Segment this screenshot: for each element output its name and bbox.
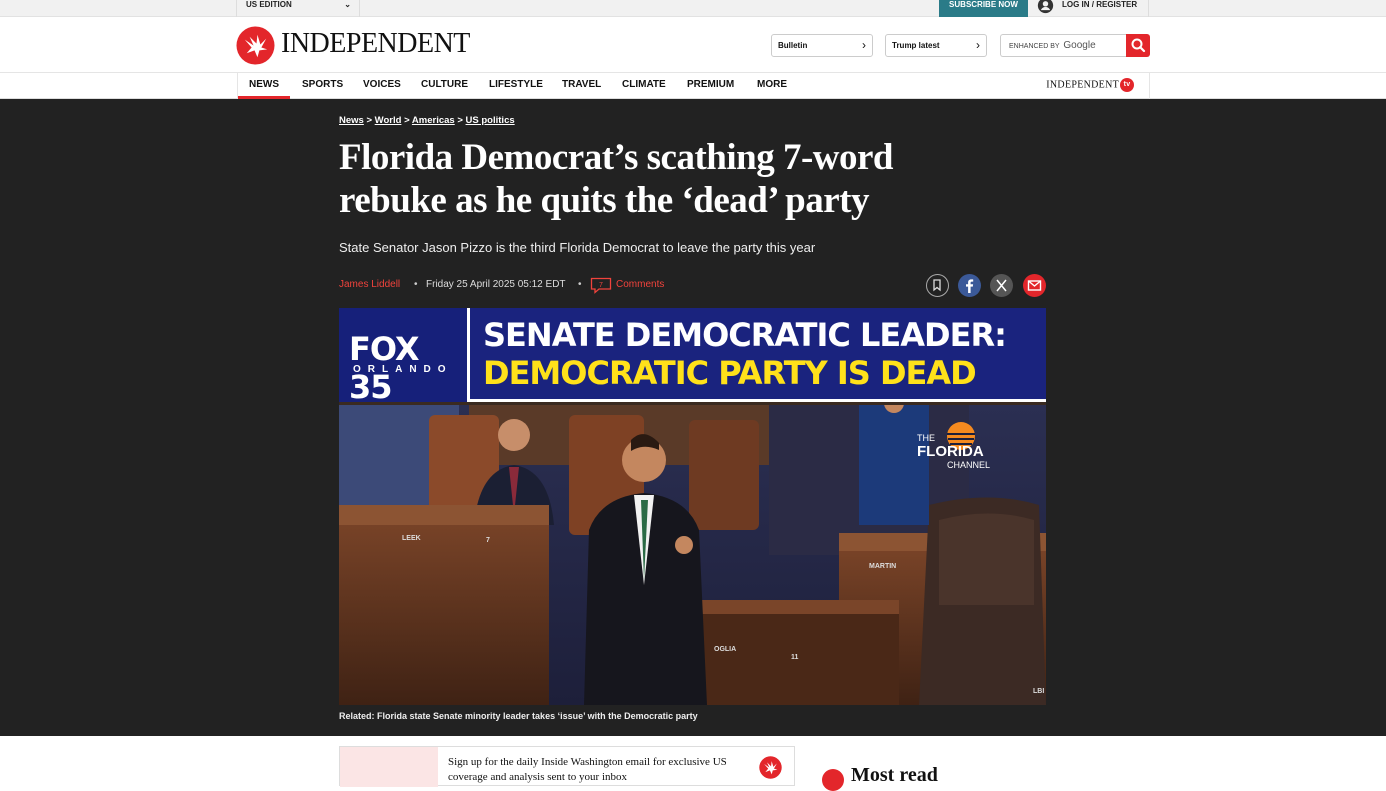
chevron-right-icon: › <box>976 38 980 52</box>
eagle-logo-icon <box>759 756 782 779</box>
subscribe-button[interactable]: SUBSCRIBE NOW <box>939 0 1028 17</box>
nav-item-more[interactable]: MORE <box>757 73 787 99</box>
search-prefix: ENHANCED BY <box>1009 43 1060 50</box>
x-icon <box>996 279 1007 292</box>
newsletter-signup-text: Sign up for the daily Inside Washington … <box>448 756 727 783</box>
eagle-logo-icon[interactable] <box>236 26 275 65</box>
byline: James Liddell • Friday 25 April 2025 05:… <box>339 277 739 294</box>
nav-item-premium[interactable]: PREMIUM <box>687 73 734 99</box>
author-link[interactable]: James Liddell <box>339 277 400 293</box>
edition-label: US EDITION <box>246 0 292 9</box>
florida-channel-logo: THE FLORIDA CHANNEL <box>917 422 990 470</box>
comments-count: 7 <box>599 282 603 289</box>
search-icon <box>1131 38 1146 53</box>
search-brand: Google <box>1063 40 1096 51</box>
search-input[interactable]: ENHANCED BY Google <box>1000 34 1126 57</box>
tv-badge: tv <box>1120 78 1134 92</box>
chevron-down-icon: ⌄ <box>344 0 351 9</box>
article-hero: News > World > Americas > US politics Fl… <box>0 99 1386 736</box>
separator-dot: • <box>578 279 582 290</box>
channel-name: FLORIDA <box>917 443 984 460</box>
banner-headline-line1: SENATE DEMOCRATIC LEADER: <box>483 316 1007 354</box>
trump-latest-label: Trump latest <box>892 41 940 50</box>
nav-item-sports[interactable]: SPORTS <box>302 73 343 99</box>
separator-dot: • <box>414 279 418 290</box>
comments-link[interactable]: Comments <box>616 277 664 293</box>
breadcrumb-news[interactable]: News <box>339 115 364 126</box>
most-read-heading: Most read <box>851 764 938 786</box>
email-share-button[interactable] <box>1023 274 1046 297</box>
masthead-logo-text[interactable]: INDEPENDENT <box>281 28 470 60</box>
video-caption: Related: Florida state Senate minority l… <box>339 711 698 721</box>
login-register-link[interactable]: LOG IN / REGISTER <box>1028 0 1149 17</box>
nav-item-travel[interactable]: TRAVEL <box>562 73 601 99</box>
nav-item-news[interactable]: NEWS <box>238 73 290 99</box>
article-standfirst: State Senator Jason Pizzo is the third F… <box>339 240 816 255</box>
chevron-right-icon: › <box>862 38 866 52</box>
newsletter-signup-card[interactable]: Sign up for the daily Inside Washington … <box>339 746 795 787</box>
trump-latest-button[interactable]: Trump latest › <box>885 34 987 57</box>
search-button[interactable] <box>1126 34 1150 57</box>
breadcrumb-world[interactable]: World <box>375 115 402 126</box>
most-read-icon <box>822 769 844 791</box>
article-headline: Florida Democrat’s scathing 7-word rebuk… <box>339 137 894 221</box>
news-banner: FOX 35 ORLANDO SENATE DEMOCRATIC LEADER:… <box>339 308 1046 406</box>
desk-label: OGLIA <box>714 646 736 653</box>
nav-item-climate[interactable]: CLIMATE <box>622 73 666 99</box>
breadcrumb-us-politics[interactable]: US politics <box>466 115 515 126</box>
facebook-share-button[interactable] <box>958 274 981 297</box>
breadcrumb-americas[interactable]: Americas <box>412 115 455 126</box>
breadcrumb: News > World > Americas > US politics <box>339 115 515 126</box>
nav-item-culture[interactable]: CULTURE <box>421 73 468 99</box>
independent-tv-link[interactable]: INDEPENDENT tv <box>1046 78 1134 92</box>
bulletin-label: Bulletin <box>778 41 808 50</box>
desk-label: MARTIN <box>869 563 896 570</box>
bookmark-icon <box>933 279 941 292</box>
bookmark-button[interactable] <box>926 274 949 297</box>
x-share-button[interactable] <box>990 274 1013 297</box>
independent-tv-brand: INDEPENDENT <box>1046 79 1119 91</box>
bulletin-button[interactable]: Bulletin › <box>771 34 873 57</box>
newsletter-image <box>340 747 438 787</box>
banner-headline-line2: DEMOCRATIC PARTY IS DEAD <box>483 354 977 392</box>
channel-sub: CHANNEL <box>947 460 990 470</box>
nav-item-lifestyle[interactable]: LIFESTYLE <box>489 73 543 99</box>
desk-label: 11 <box>791 654 799 661</box>
site-header: INDEPENDENT Bulletin › Trump latest › EN… <box>0 17 1386 73</box>
edition-selector[interactable]: US EDITION ⌄ <box>236 0 360 17</box>
channel-the: THE <box>917 433 935 443</box>
facebook-icon <box>966 279 974 293</box>
desk-label: LBI <box>1033 688 1044 695</box>
login-label: LOG IN / REGISTER <box>1062 0 1138 9</box>
video-player[interactable]: FOX 35 ORLANDO SENATE DEMOCRATIC LEADER:… <box>339 308 1046 705</box>
desk-label: LEEK <box>402 535 421 542</box>
main-navigation: NEWS SPORTS VOICES CULTURE LIFESTYLE TRA… <box>0 73 1386 99</box>
comment-icon[interactable]: 7 <box>590 277 612 294</box>
station-city: ORLANDO <box>353 364 453 375</box>
nav-item-voices[interactable]: VOICES <box>363 73 401 99</box>
email-icon <box>1027 280 1042 291</box>
publish-date: Friday 25 April 2025 05:12 EDT <box>426 279 566 290</box>
desk-label: 7 <box>486 537 490 544</box>
user-icon <box>1037 0 1054 14</box>
fox35-logo: FOX 35 ORLANDO <box>339 308 470 406</box>
top-utility-bar: US EDITION ⌄ SUBSCRIBE NOW LOG IN / REGI… <box>0 0 1386 17</box>
